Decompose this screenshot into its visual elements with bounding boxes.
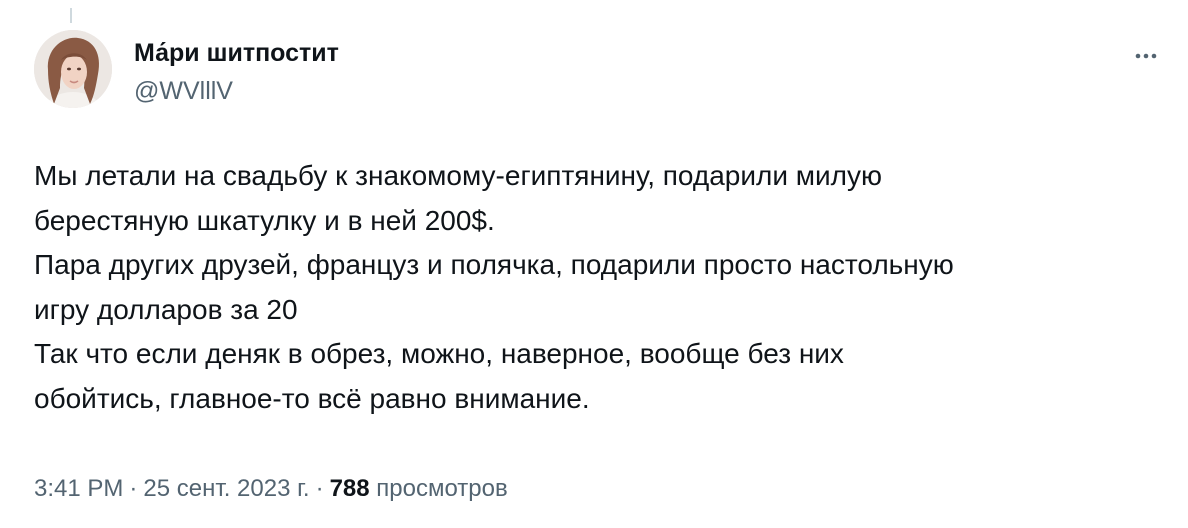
meta-separator: · bbox=[315, 475, 324, 502]
tweet-text-paragraph: Пара других друзей, француз и полячка, п… bbox=[34, 249, 954, 325]
views-count[interactable]: 788 bbox=[330, 475, 370, 502]
more-options-button[interactable] bbox=[1128, 42, 1164, 70]
tweet-meta: 3:41 PM · 25 сент. 2023 г. · 788 просмотров bbox=[34, 474, 508, 504]
tweet-text-paragraph: Так что если деняк в обрез, можно, навер… bbox=[34, 338, 844, 414]
avatar-image bbox=[34, 30, 112, 108]
avatar[interactable] bbox=[34, 30, 112, 108]
author-handle[interactable]: @WVlllV bbox=[134, 76, 339, 106]
meta-separator: · bbox=[129, 475, 138, 502]
views-label: просмотров bbox=[376, 475, 508, 502]
tweet-text-paragraph: Мы летали на свадьбу к знакомому-египтян… bbox=[34, 160, 882, 236]
thread-connector-line bbox=[70, 8, 72, 23]
tweet-text: Мы летали на свадьбу к знакомому-египтян… bbox=[34, 154, 1164, 421]
tweet-date[interactable]: 25 сент. 2023 г. bbox=[143, 475, 309, 502]
tweet-time[interactable]: 3:41 PM bbox=[34, 475, 123, 502]
author-info: Ма́ри шитпостит @WVlllV bbox=[134, 38, 339, 106]
tweet: Ма́ри шитпостит @WVlllV Мы летали на сва… bbox=[34, 30, 1164, 502]
tweet-header: Ма́ри шитпостит @WVlllV bbox=[34, 30, 1164, 120]
author-display-name[interactable]: Ма́ри шитпостит bbox=[134, 38, 339, 68]
more-horizontal-icon bbox=[1135, 53, 1157, 59]
